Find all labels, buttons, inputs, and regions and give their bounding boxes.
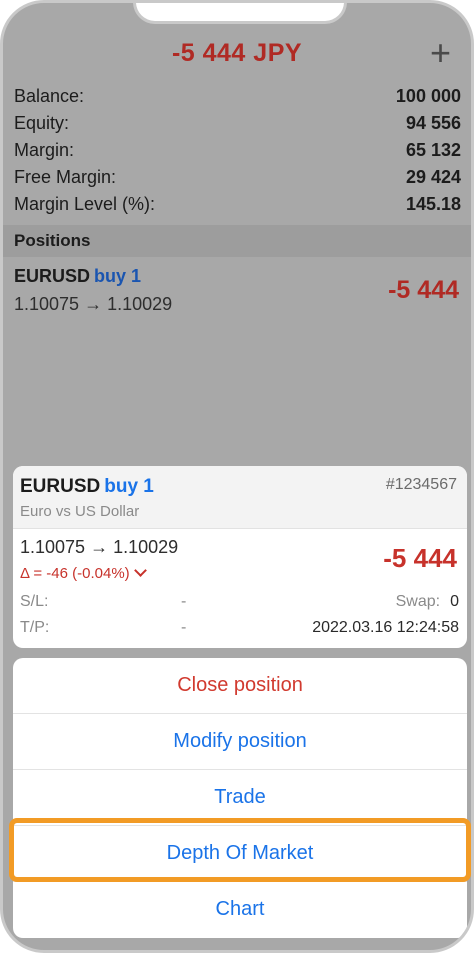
direction-text: buy 1 bbox=[94, 266, 142, 286]
total-profit: -5 444 JPY bbox=[171, 39, 303, 67]
ticket-number: #1234567 bbox=[385, 476, 457, 493]
chart-button[interactable]: Chart bbox=[13, 882, 467, 937]
delta-text: Δ = -46 (-0.04%) bbox=[20, 565, 130, 582]
detail-profit: -5 444 bbox=[383, 543, 457, 573]
trade-button[interactable]: Trade bbox=[13, 770, 467, 826]
position-row[interactable]: EURUSD buy 1 1.10075 → 1.10029 -5 444 bbox=[3, 258, 471, 328]
position-detail-card: EURUSD buy 1 #1234567 Euro vs US Dollar 1… bbox=[13, 466, 467, 648]
tp-row: T/P: - 2022.03.16 12:24:58 bbox=[13, 615, 467, 641]
tp-value: - bbox=[181, 619, 187, 636]
summary-label: Equity: bbox=[14, 113, 70, 133]
direction-text: buy 1 bbox=[104, 476, 154, 497]
action-sheet: Close position Modify position Trade Dep… bbox=[13, 658, 467, 938]
summary-value: 94 556 bbox=[405, 113, 461, 133]
chevron-down-icon bbox=[133, 564, 147, 577]
summary-label: Balance: bbox=[14, 86, 85, 106]
summary-value: 100 000 bbox=[395, 86, 461, 106]
sl-value: - bbox=[181, 593, 187, 610]
summary-value: 65 132 bbox=[405, 140, 461, 160]
summary-row-equity: Equity: 94 556 bbox=[3, 110, 471, 137]
summary-row-margin-level: Margin Level (%): 145.18 bbox=[3, 191, 471, 218]
price-delta[interactable]: Δ = -46 (-0.04%) bbox=[20, 564, 147, 582]
sl-label: S/L: bbox=[20, 593, 49, 610]
summary-row-free-margin: Free Margin: 29 424 bbox=[3, 164, 471, 191]
summary-value: 29 424 bbox=[405, 167, 461, 187]
swap-label: Swap: bbox=[395, 593, 441, 610]
swap-field: Swap: 0 bbox=[396, 593, 459, 611]
summary-label: Free Margin: bbox=[14, 167, 117, 187]
detail-header: EURUSD buy 1 #1234567 Euro vs US Dollar bbox=[13, 466, 467, 529]
sl-row: S/L: - Swap: 0 bbox=[13, 589, 467, 615]
phone-frame: -5 444 JPY + Balance: 100 000 Equity: 94… bbox=[0, 0, 474, 953]
symbol-text: EURUSD bbox=[20, 476, 101, 497]
positions-section-header: Positions bbox=[3, 225, 471, 257]
header: -5 444 JPY + bbox=[3, 33, 471, 73]
position-symbol: EURUSD buy 1 bbox=[14, 266, 141, 287]
symbol-description: Euro vs US Dollar bbox=[20, 503, 140, 520]
detail-prices-block: 1.10075 → 1.10029 Δ = -46 (-0.04%) -5 44… bbox=[13, 529, 467, 589]
position-profit: -5 444 bbox=[388, 276, 459, 304]
summary-value: 145.18 bbox=[405, 194, 461, 214]
summary-row-margin: Margin: 65 132 bbox=[3, 137, 471, 164]
open-time: 2022.03.16 12:24:58 bbox=[312, 619, 459, 636]
device-notch bbox=[133, 3, 347, 24]
swap-value: 0 bbox=[450, 593, 459, 610]
detail-prices: 1.10075 → 1.10029 bbox=[20, 537, 179, 557]
summary-label: Margin: bbox=[14, 140, 75, 160]
symbol-text: EURUSD bbox=[14, 266, 91, 286]
position-prices: 1.10075 → 1.10029 bbox=[14, 294, 173, 314]
depth-of-market-button[interactable]: Depth Of Market bbox=[13, 826, 467, 882]
close-position-button[interactable]: Close position bbox=[13, 658, 467, 714]
summary-row-balance: Balance: 100 000 bbox=[3, 83, 471, 110]
modify-position-button[interactable]: Modify position bbox=[13, 714, 467, 770]
account-summary: Balance: 100 000 Equity: 94 556 Margin: … bbox=[3, 83, 471, 218]
summary-label: Margin Level (%): bbox=[14, 194, 156, 214]
detail-symbol: EURUSD buy 1 bbox=[20, 476, 154, 498]
add-icon[interactable]: + bbox=[430, 35, 451, 71]
tp-label: T/P: bbox=[20, 619, 50, 636]
